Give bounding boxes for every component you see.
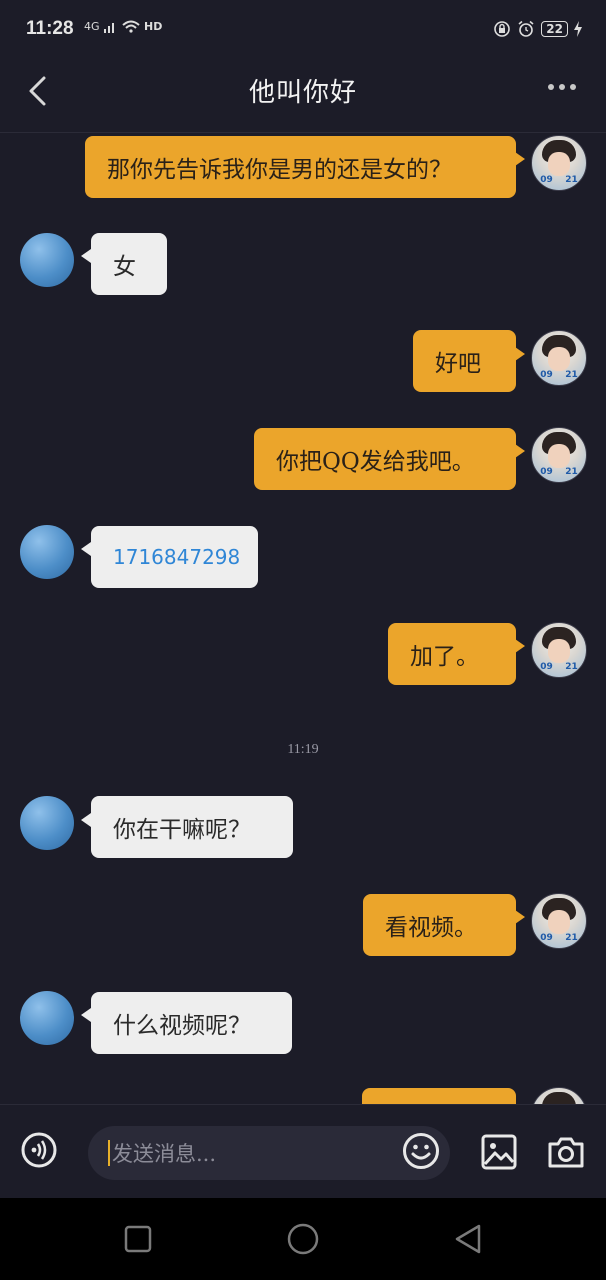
image-picker-icon[interactable] [480, 1133, 518, 1171]
message-bubble-sent[interactable]: 看视频。 [363, 894, 516, 956]
contact-avatar[interactable] [20, 233, 74, 287]
camera-icon[interactable] [546, 1133, 586, 1171]
message-bubble-sent[interactable]: 加了。 [388, 623, 516, 685]
contact-avatar[interactable] [20, 525, 74, 579]
message-bubble-received[interactable]: 你在干嘛呢？ [91, 796, 293, 858]
contact-avatar[interactable] [20, 991, 74, 1045]
message-input[interactable]: 发送消息... [88, 1126, 450, 1180]
text-cursor [108, 1140, 110, 1166]
message-bubble-sent[interactable]: 你把QQ发给我吧。 [254, 428, 516, 490]
status-right: 22 [493, 20, 582, 38]
wifi-icon [121, 20, 140, 33]
qq-number-link[interactable]: 1716847298 [91, 526, 258, 588]
signal-icon [104, 23, 115, 33]
signal-icons: 4G HD [84, 20, 162, 34]
message-bubble-received[interactable]: 什么视频呢？ [91, 992, 292, 1054]
status-bar: 11:28 4G HD 22 [0, 0, 606, 62]
hd-badge: HD [144, 20, 163, 33]
back-button[interactable] [451, 1222, 485, 1256]
message-list[interactable]: 09 21 那你先告诉我你是男的还是女的？ 女 09 21 好吧 09 21 你… [0, 132, 606, 1104]
my-avatar[interactable] [531, 1087, 587, 1104]
my-avatar[interactable]: 09 21 [531, 330, 587, 386]
message-input-placeholder: 发送消息... [112, 1142, 217, 1166]
alarm-icon [518, 20, 534, 37]
chat-header: 他叫你好 [0, 62, 606, 133]
contact-avatar[interactable] [20, 796, 74, 850]
my-avatar[interactable]: 09 21 [531, 135, 587, 191]
more-options-icon[interactable] [548, 84, 576, 90]
message-bubble-received[interactable]: 女 [91, 233, 167, 295]
my-avatar[interactable]: 09 21 [531, 622, 587, 678]
message-bubble-sent-partial[interactable] [362, 1088, 516, 1104]
message-bubble-sent[interactable]: 那你先告诉我你是男的还是女的？ [85, 136, 516, 198]
status-time: 11:28 [26, 18, 74, 39]
chat-title: 他叫你好 [248, 78, 357, 108]
recent-apps-button[interactable] [121, 1222, 155, 1256]
voice-input-icon[interactable] [21, 1132, 57, 1168]
my-avatar[interactable]: 09 21 [531, 427, 587, 483]
timestamp: 11:19 [287, 742, 319, 757]
message-bubble-sent[interactable]: 好吧 [413, 330, 516, 392]
network-type: 4G [84, 20, 100, 33]
emoji-icon[interactable] [402, 1132, 440, 1170]
charging-icon [574, 21, 582, 37]
battery-level: 22 [541, 21, 568, 37]
input-bar: 发送消息... [0, 1104, 606, 1199]
system-nav-bar [0, 1198, 606, 1280]
lock-rotation-icon [494, 21, 511, 37]
my-avatar[interactable]: 09 21 [531, 893, 587, 949]
home-button[interactable] [286, 1222, 320, 1256]
